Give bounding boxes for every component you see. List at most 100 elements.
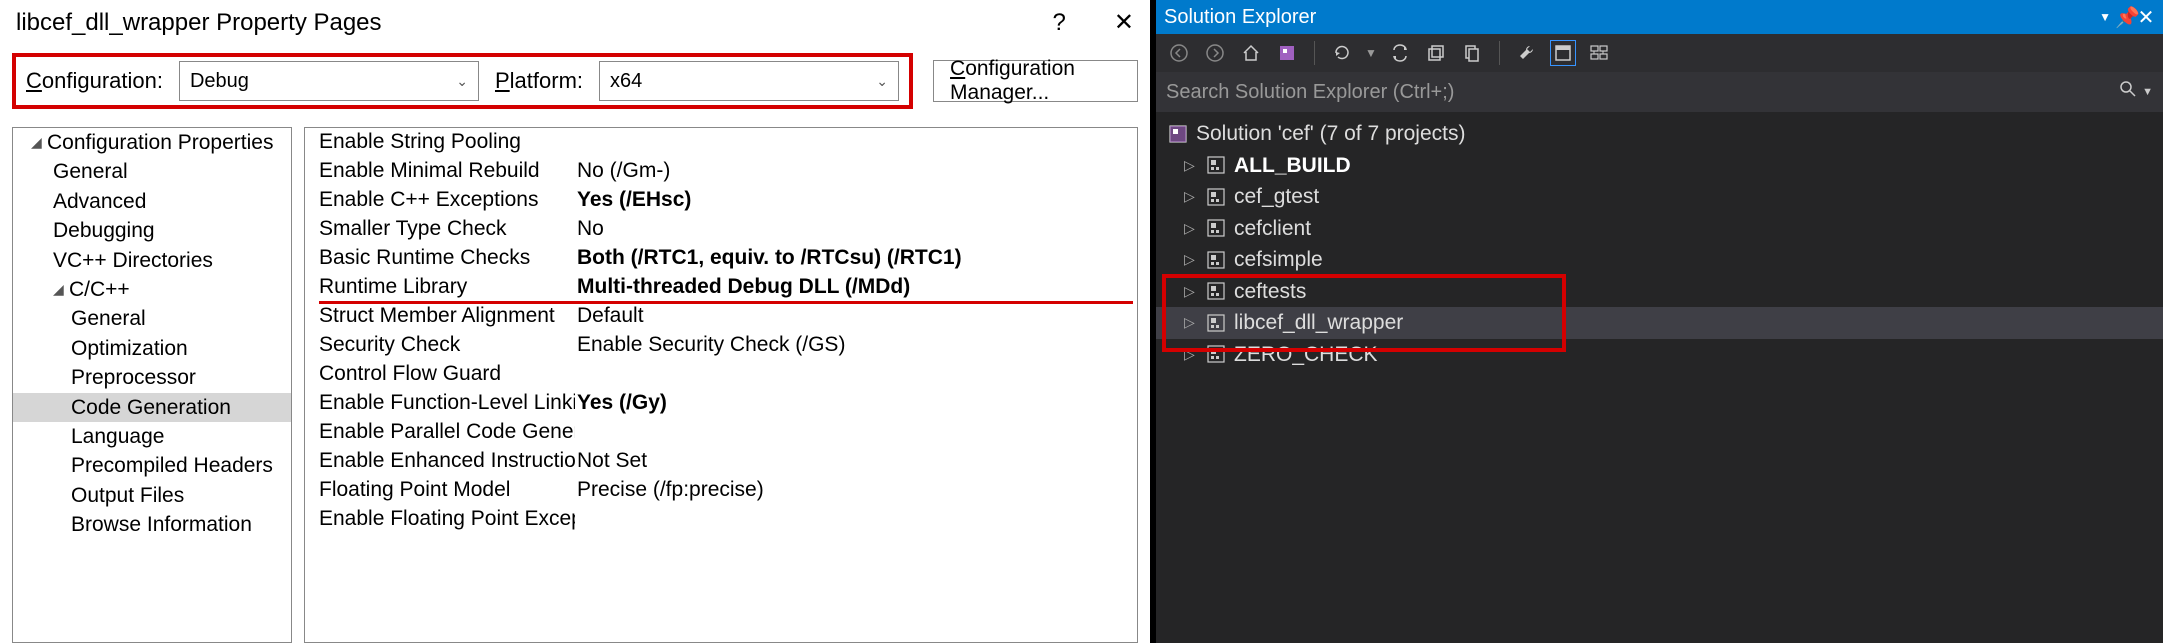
refresh-icon[interactable] xyxy=(1329,40,1355,66)
property-row[interactable]: Basic Runtime ChecksBoth (/RTC1, equiv. … xyxy=(305,244,1137,273)
tree-item[interactable]: VC++ Directories xyxy=(13,246,291,275)
property-value[interactable]: No (/Gm-) xyxy=(575,157,1137,186)
property-row[interactable]: Enable Enhanced Instruction SetNot Set xyxy=(305,447,1137,476)
property-row[interactable]: Smaller Type CheckNo xyxy=(305,215,1137,244)
tree-item-label: Output Files xyxy=(71,484,184,507)
help-button[interactable]: ? xyxy=(1053,9,1066,37)
tree-item[interactable]: General xyxy=(13,157,291,186)
project-item[interactable]: ▷ ZERO_CHECK xyxy=(1156,339,2163,371)
property-name: Enable Function-Level Linking xyxy=(305,389,575,418)
property-name: Basic Runtime Checks xyxy=(305,244,575,273)
solution-explorer-tree[interactable]: Solution 'cef' (7 of 7 projects) ▷ ALL_BUI… xyxy=(1156,112,2163,643)
property-row[interactable]: Security CheckEnable Security Check (/GS… xyxy=(305,331,1137,360)
tree-item-label: Preprocessor xyxy=(71,366,196,389)
tree-item[interactable]: Optimization xyxy=(13,334,291,363)
project-item[interactable]: ▷cefsimple xyxy=(1156,244,2163,276)
show-all-files-icon[interactable] xyxy=(1459,40,1485,66)
tree-item[interactable]: ◢C/C++ xyxy=(13,275,291,304)
property-row[interactable]: Enable C++ ExceptionsYes (/EHsc) xyxy=(305,186,1137,215)
project-item[interactable]: ▷ceftests xyxy=(1156,276,2163,308)
property-tree[interactable]: ◢Configuration PropertiesGeneralAdvanced… xyxy=(12,127,292,643)
preview-selected-icon[interactable] xyxy=(1550,40,1576,66)
property-value[interactable]: Default xyxy=(575,302,1137,331)
solution-icon xyxy=(1168,124,1188,144)
property-value[interactable] xyxy=(575,360,1137,389)
property-value[interactable]: Both (/RTC1, equiv. to /RTCsu) (/RTC1) xyxy=(575,244,1137,273)
tree-item-label: Precompiled Headers xyxy=(71,454,273,477)
property-row[interactable]: Struct Member AlignmentDefault xyxy=(305,302,1137,331)
forward-icon[interactable] xyxy=(1202,40,1228,66)
project-item[interactable]: ▷cefclient xyxy=(1156,213,2163,245)
property-value[interactable]: Enable Security Check (/GS) xyxy=(575,331,1137,360)
expand-caret-icon[interactable]: ▷ xyxy=(1184,155,1198,176)
configuration-dropdown[interactable]: Debug ⌄ xyxy=(179,61,479,101)
property-value[interactable]: Multi-threaded Debug DLL (/MDd) xyxy=(575,273,1137,302)
view-icon[interactable] xyxy=(1586,40,1612,66)
property-value[interactable] xyxy=(575,128,1137,157)
tree-item[interactable]: General xyxy=(13,304,291,333)
project-item[interactable]: ▷libcef_dll_wrapper xyxy=(1156,307,2163,339)
tree-item[interactable]: Preprocessor xyxy=(13,363,291,392)
chevron-down-icon[interactable]: ▼ xyxy=(2099,10,2111,24)
expand-caret-icon[interactable]: ◢ xyxy=(53,280,65,300)
property-value[interactable] xyxy=(575,505,1137,534)
property-value[interactable]: Precise (/fp:precise) xyxy=(575,476,1137,505)
property-row[interactable]: Enable Minimal RebuildNo (/Gm-) xyxy=(305,157,1137,186)
tree-item[interactable]: Language xyxy=(13,422,291,451)
sync-icon[interactable] xyxy=(1387,40,1413,66)
tree-item[interactable]: Code Generation xyxy=(13,393,291,422)
tree-item[interactable]: Advanced xyxy=(13,187,291,216)
tree-item[interactable]: Browse Information xyxy=(13,510,291,539)
close-icon[interactable]: ✕ xyxy=(2137,5,2155,30)
solution-explorer-search[interactable]: Search Solution Explorer (Ctrl+;) ▼ xyxy=(1156,72,2163,112)
project-name: cef_gtest xyxy=(1234,181,1319,213)
property-row[interactable]: Runtime LibraryMulti-threaded Debug DLL … xyxy=(305,273,1137,302)
property-row[interactable]: Enable Floating Point Exception xyxy=(305,505,1137,534)
expand-caret-icon[interactable]: ▷ xyxy=(1184,312,1198,333)
config-platform-highlight: Configuration: Debug ⌄ Platform: x64 ⌄ xyxy=(12,53,913,109)
property-row[interactable]: Enable String Pooling xyxy=(305,128,1137,157)
configuration-manager-button[interactable]: Configuration Manager... xyxy=(933,60,1138,102)
property-value[interactable] xyxy=(575,418,1137,447)
property-row[interactable]: Control Flow Guard xyxy=(305,360,1137,389)
search-icon[interactable]: ▼ xyxy=(2119,80,2153,104)
property-value[interactable]: Yes (/Gy) xyxy=(575,389,1137,418)
property-grid[interactable]: Enable String PoolingEnable Minimal Rebu… xyxy=(304,127,1138,643)
tree-item[interactable]: Precompiled Headers xyxy=(13,451,291,480)
project-item[interactable]: ▷ ALL_BUILD xyxy=(1156,150,2163,182)
dialog-title: libcef_dll_wrapper Property Pages xyxy=(16,9,382,37)
property-value[interactable]: Yes (/EHsc) xyxy=(575,186,1137,215)
project-name: ZERO_CHECK xyxy=(1234,339,1378,371)
property-row[interactable]: Floating Point ModelPrecise (/fp:precise… xyxy=(305,476,1137,505)
properties-icon[interactable] xyxy=(1514,40,1540,66)
home-icon[interactable] xyxy=(1238,40,1264,66)
project-item[interactable]: ▷ cef_gtest xyxy=(1156,181,2163,213)
back-icon[interactable] xyxy=(1166,40,1192,66)
property-row[interactable]: Enable Parallel Code Generation xyxy=(305,418,1137,447)
dialog-titlebar: libcef_dll_wrapper Property Pages ? ✕ xyxy=(0,0,1150,47)
tree-item[interactable]: ◢Configuration Properties xyxy=(13,128,291,157)
expand-caret-icon[interactable]: ▷ xyxy=(1184,281,1198,302)
platform-dropdown[interactable]: x64 ⌄ xyxy=(599,61,899,101)
collapse-all-icon[interactable] xyxy=(1423,40,1449,66)
expand-caret-icon[interactable]: ▷ xyxy=(1184,218,1198,239)
tree-item[interactable]: Output Files xyxy=(13,481,291,510)
property-row[interactable]: Enable Function-Level LinkingYes (/Gy) xyxy=(305,389,1137,418)
project-name: ALL_BUILD xyxy=(1234,150,1351,182)
close-button[interactable]: ✕ xyxy=(1114,8,1134,37)
project-icon xyxy=(1206,344,1226,364)
expand-caret-icon[interactable]: ◢ xyxy=(31,133,43,153)
tree-item[interactable]: Debugging xyxy=(13,216,291,245)
chevron-down-icon[interactable]: ▼ xyxy=(1365,46,1377,60)
expand-caret-icon[interactable]: ▷ xyxy=(1184,186,1198,207)
property-name: Floating Point Model xyxy=(305,476,575,505)
property-value[interactable]: No xyxy=(575,215,1137,244)
property-value[interactable]: Not Set xyxy=(575,447,1137,476)
solution-root[interactable]: Solution 'cef' (7 of 7 projects) xyxy=(1156,118,2163,150)
expand-caret-icon[interactable]: ▷ xyxy=(1184,344,1198,365)
pin-icon[interactable]: 📌 xyxy=(2115,5,2133,30)
solution-icon[interactable] xyxy=(1274,40,1300,66)
tree-item-label: Language xyxy=(71,425,164,448)
expand-caret-icon[interactable]: ▷ xyxy=(1184,249,1198,270)
tree-item-label: Code Generation xyxy=(71,396,231,419)
